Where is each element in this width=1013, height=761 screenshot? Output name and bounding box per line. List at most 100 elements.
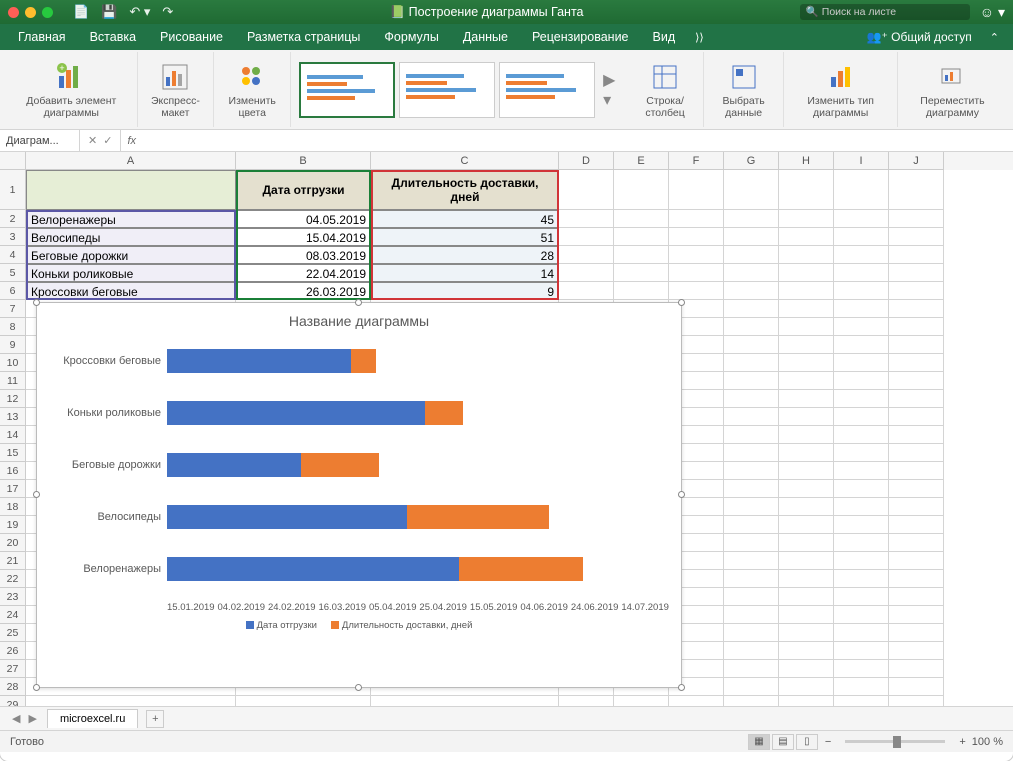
menu-view[interactable]: Вид xyxy=(643,26,686,48)
add-sheet-button[interactable]: + xyxy=(146,710,164,728)
chart-style-3[interactable] xyxy=(499,62,595,118)
chart-bar-series1[interactable] xyxy=(167,401,425,425)
chart-plot-area[interactable]: Кроссовки беговые Коньки роликовые Бегов… xyxy=(37,335,681,635)
resize-handle[interactable] xyxy=(355,684,362,691)
col-D[interactable]: D xyxy=(559,152,614,170)
menu-more-icon[interactable]: ⟩⟩ xyxy=(689,31,710,44)
chart-bar-series2[interactable] xyxy=(425,401,463,425)
change-chart-type-button[interactable]: Изменить тип диаграммы xyxy=(784,52,898,127)
chart-bar-series2[interactable] xyxy=(407,505,549,529)
cell-A4[interactable]: Беговые дорожки xyxy=(26,246,236,264)
cell-C1[interactable]: Длительность доставки, дней xyxy=(371,170,559,210)
tab-first-icon[interactable]: ◀ xyxy=(8,712,24,725)
zoom-out-button[interactable]: − xyxy=(825,736,831,748)
grid[interactable]: A B C D E F G H I J 1 Дата отгрузки Длит… xyxy=(0,152,1013,706)
cell-C6[interactable]: 9 xyxy=(371,282,559,300)
move-chart-button[interactable]: Переместить диаграмму xyxy=(898,52,1007,127)
svg-text:+: + xyxy=(60,63,65,73)
switch-row-col-button[interactable]: Строка/столбец xyxy=(627,52,704,127)
cell-C4[interactable]: 28 xyxy=(371,246,559,264)
col-I[interactable]: I xyxy=(834,152,889,170)
autosave-icon[interactable]: 📄 xyxy=(73,4,89,20)
col-H[interactable]: H xyxy=(779,152,834,170)
resize-handle[interactable] xyxy=(33,684,40,691)
cell-B5[interactable]: 22.04.2019 xyxy=(236,264,371,282)
col-C[interactable]: C xyxy=(371,152,559,170)
chart-title[interactable]: Название диаграммы xyxy=(37,303,681,335)
change-colors-button[interactable]: Изменить цвета xyxy=(214,52,291,127)
cell-A2[interactable]: Велоренажеры xyxy=(26,210,236,228)
menu-home[interactable]: Главная xyxy=(8,26,76,48)
resize-handle[interactable] xyxy=(678,684,685,691)
chart-bar-series1[interactable] xyxy=(167,349,351,373)
chart-style-2[interactable] xyxy=(399,62,495,118)
select-data-button[interactable]: Выбрать данные xyxy=(704,52,785,127)
menu-draw[interactable]: Рисование xyxy=(150,26,233,48)
menu-page-layout[interactable]: Разметка страницы xyxy=(237,26,370,48)
col-G[interactable]: G xyxy=(724,152,779,170)
menu-data[interactable]: Данные xyxy=(453,26,518,48)
cell-B3[interactable]: 15.04.2019 xyxy=(236,228,371,246)
search-input[interactable]: 🔍 Поиск на листе xyxy=(800,4,970,20)
x-tick: 15.05.2019 xyxy=(470,602,518,613)
chart-bar-series2[interactable] xyxy=(301,453,379,477)
undo-icon[interactable]: ↶ ▾ xyxy=(129,4,150,20)
zoom-level[interactable]: 100 % xyxy=(972,736,1003,748)
close-icon[interactable] xyxy=(8,7,19,18)
col-B[interactable]: B xyxy=(236,152,371,170)
name-box[interactable]: Диаграм... xyxy=(0,130,80,151)
view-page-break-icon[interactable]: ▯ xyxy=(796,734,818,750)
col-J[interactable]: J xyxy=(889,152,944,170)
chart-style-1[interactable] xyxy=(299,62,395,118)
zoom-slider[interactable] xyxy=(845,740,945,743)
confirm-icon[interactable]: ✓ xyxy=(103,134,112,147)
redo-icon[interactable]: ↷ xyxy=(162,4,173,20)
chart-legend[interactable]: Дата отгрузки Длительность доставки, дне… xyxy=(37,620,681,631)
cell-C5[interactable]: 14 xyxy=(371,264,559,282)
chart-object[interactable]: Название диаграммы Кроссовки беговые Кон… xyxy=(36,302,682,688)
cell-B2[interactable]: 04.05.2019 xyxy=(236,210,371,228)
resize-handle[interactable] xyxy=(33,299,40,306)
cell-A1[interactable] xyxy=(26,170,236,210)
chart-category-label: Велоренажеры xyxy=(45,563,161,575)
move-chart-icon xyxy=(936,61,968,93)
save-icon[interactable]: 💾 xyxy=(101,4,117,20)
zoom-in-button[interactable]: + xyxy=(959,736,965,748)
styles-next-icon[interactable]: ▶▾ xyxy=(599,62,619,118)
maximize-icon[interactable] xyxy=(42,7,53,18)
cell-A3[interactable]: Велосипеды xyxy=(26,228,236,246)
cancel-icon[interactable]: ✕ xyxy=(88,134,97,147)
col-E[interactable]: E xyxy=(614,152,669,170)
cell-C3[interactable]: 51 xyxy=(371,228,559,246)
view-normal-icon[interactable]: ▦ xyxy=(748,734,770,750)
cell-C2[interactable]: 45 xyxy=(371,210,559,228)
cell-B6[interactable]: 26.03.2019 xyxy=(236,282,371,300)
menu-formulas[interactable]: Формулы xyxy=(374,26,448,48)
resize-handle[interactable] xyxy=(678,299,685,306)
add-chart-element-button[interactable]: + Добавить элемент диаграммы xyxy=(6,52,138,127)
chart-bar-series2[interactable] xyxy=(459,557,583,581)
resize-handle[interactable] xyxy=(355,299,362,306)
cell-B4[interactable]: 08.03.2019 xyxy=(236,246,371,264)
tab-prev-icon[interactable]: ▶ xyxy=(24,712,40,725)
quick-layout-button[interactable]: Экспресс-макет xyxy=(138,52,214,127)
chart-bar-series1[interactable] xyxy=(167,557,459,581)
cell-B1[interactable]: Дата отгрузки xyxy=(236,170,371,210)
chart-category-label: Коньки роликовые xyxy=(45,407,161,419)
sheet-tab-1[interactable]: microexcel.ru xyxy=(47,709,138,728)
feedback-icon[interactable]: ☺ ▾ xyxy=(980,4,1005,21)
cell-A6[interactable]: Кроссовки беговые xyxy=(26,282,236,300)
share-button[interactable]: 👥⁺ Общий доступ xyxy=(859,26,980,48)
col-A[interactable]: A xyxy=(26,152,236,170)
ribbon-toggle-icon[interactable]: ⌃ xyxy=(984,31,1005,44)
minimize-icon[interactable] xyxy=(25,7,36,18)
cell-A5[interactable]: Коньки роликовые xyxy=(26,264,236,282)
col-F[interactable]: F xyxy=(669,152,724,170)
chart-category-label: Кроссовки беговые xyxy=(45,355,161,367)
view-page-layout-icon[interactable]: ▤ xyxy=(772,734,794,750)
menu-insert[interactable]: Вставка xyxy=(80,26,146,48)
chart-bar-series2[interactable] xyxy=(351,349,376,373)
chart-bar-series1[interactable] xyxy=(167,453,301,477)
menu-review[interactable]: Рецензирование xyxy=(522,26,639,48)
chart-bar-series1[interactable] xyxy=(167,505,407,529)
